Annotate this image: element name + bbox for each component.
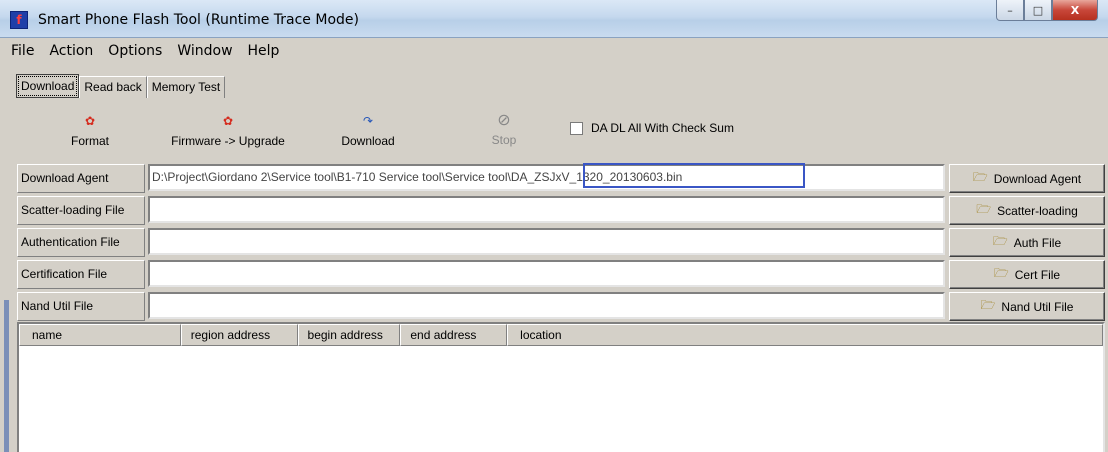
maximize-button[interactable]: □ <box>1024 0 1052 21</box>
tab-read-back[interactable]: Read back <box>79 76 147 98</box>
cert-file-button[interactable]: 🗁 Cert File <box>949 260 1105 289</box>
filename-highlight-box <box>583 163 805 188</box>
nand-util-file-button-label: Nand Util File <box>1001 299 1074 314</box>
download-label: Download <box>341 134 395 148</box>
scatter-loading-field[interactable] <box>148 196 945 223</box>
scatter-loading-button[interactable]: 🗁 Scatter-loading <box>949 196 1105 225</box>
scatter-loading-label: Scatter-loading File <box>17 196 145 225</box>
tab-strip: Download Read back Memory Test <box>16 74 226 100</box>
column-begin-address[interactable]: begin address <box>297 324 401 346</box>
folder-open-icon: 🗁 <box>972 170 988 184</box>
format-label: Format <box>70 134 109 148</box>
nand-util-file-field[interactable] <box>148 292 945 319</box>
title-bar: f Smart Phone Flash Tool (Runtime Trace … <box>0 0 1108 38</box>
folder-open-icon: 🗁 <box>992 234 1008 248</box>
nand-util-file-label: Nand Util File <box>17 292 145 321</box>
menu-bar: File Action Options Window Help <box>4 40 287 62</box>
stop-icon: ⊘ <box>497 110 511 129</box>
download-agent-button[interactable]: 🗁 Download Agent <box>949 164 1105 193</box>
menu-file[interactable]: File <box>4 43 42 59</box>
stop-button[interactable]: ⊘ Stop <box>480 111 528 147</box>
download-agent-button-label: Download Agent <box>993 171 1082 186</box>
authentication-file-label: Authentication File <box>17 228 145 257</box>
tab-download[interactable]: Download <box>16 74 80 98</box>
window-edge <box>4 300 9 452</box>
certification-file-field[interactable] <box>148 260 945 287</box>
region-list[interactable]: name region address begin address end ad… <box>17 322 1105 452</box>
checksum-option[interactable]: DA DL All With Check Sum <box>570 121 734 135</box>
authentication-file-field[interactable] <box>148 228 945 255</box>
tab-memory-test[interactable]: Memory Test <box>146 76 226 98</box>
column-location[interactable]: location <box>507 324 1104 346</box>
menu-help[interactable]: Help <box>241 43 288 59</box>
app-icon: f <box>10 11 28 29</box>
auth-file-button-label: Auth File <box>1013 235 1062 250</box>
auth-file-button[interactable]: 🗁 Auth File <box>949 228 1105 257</box>
checksum-checkbox[interactable] <box>570 121 583 135</box>
checksum-label: DA DL All With Check Sum <box>591 121 734 135</box>
folder-open-icon: 🗁 <box>976 202 992 216</box>
column-region-address[interactable]: region address <box>180 324 298 346</box>
format-icon: ✿ <box>84 114 96 128</box>
firmware-upgrade-button[interactable]: ✿ Firmware -> Upgrade <box>158 114 298 148</box>
certification-file-label: Certification File <box>17 260 145 289</box>
column-end-address[interactable]: end address <box>400 324 508 346</box>
menu-options[interactable]: Options <box>101 43 170 59</box>
menu-action[interactable]: Action <box>42 43 101 59</box>
close-button[interactable]: X <box>1052 0 1098 21</box>
minimize-button[interactable]: – <box>996 0 1024 21</box>
download-agent-label: Download Agent <box>17 164 145 193</box>
list-header: name region address begin address end ad… <box>19 324 1104 346</box>
folder-open-icon: 🗁 <box>980 298 996 312</box>
scatter-loading-button-label: Scatter-loading <box>997 203 1078 218</box>
stop-label: Stop <box>491 133 517 147</box>
cert-file-button-label: Cert File <box>1014 267 1061 282</box>
download-arrow-icon: ↷ <box>362 114 374 128</box>
column-name[interactable]: name <box>19 324 181 346</box>
nand-util-file-button[interactable]: 🗁 Nand Util File <box>949 292 1105 321</box>
firmware-upgrade-icon: ✿ <box>222 114 234 128</box>
download-agent-field[interactable]: D:\Project\Giordano 2\Service tool\B1-71… <box>148 164 945 191</box>
window-controls: – □ X <box>996 0 1098 21</box>
folder-open-icon: 🗁 <box>993 266 1009 280</box>
window-title: Smart Phone Flash Tool (Runtime Trace Mo… <box>38 12 359 28</box>
download-button[interactable]: ↷ Download <box>328 114 408 148</box>
menu-window[interactable]: Window <box>170 43 240 59</box>
firmware-upgrade-label: Firmware -> Upgrade <box>171 134 285 148</box>
format-button[interactable]: ✿ Format <box>62 114 118 148</box>
